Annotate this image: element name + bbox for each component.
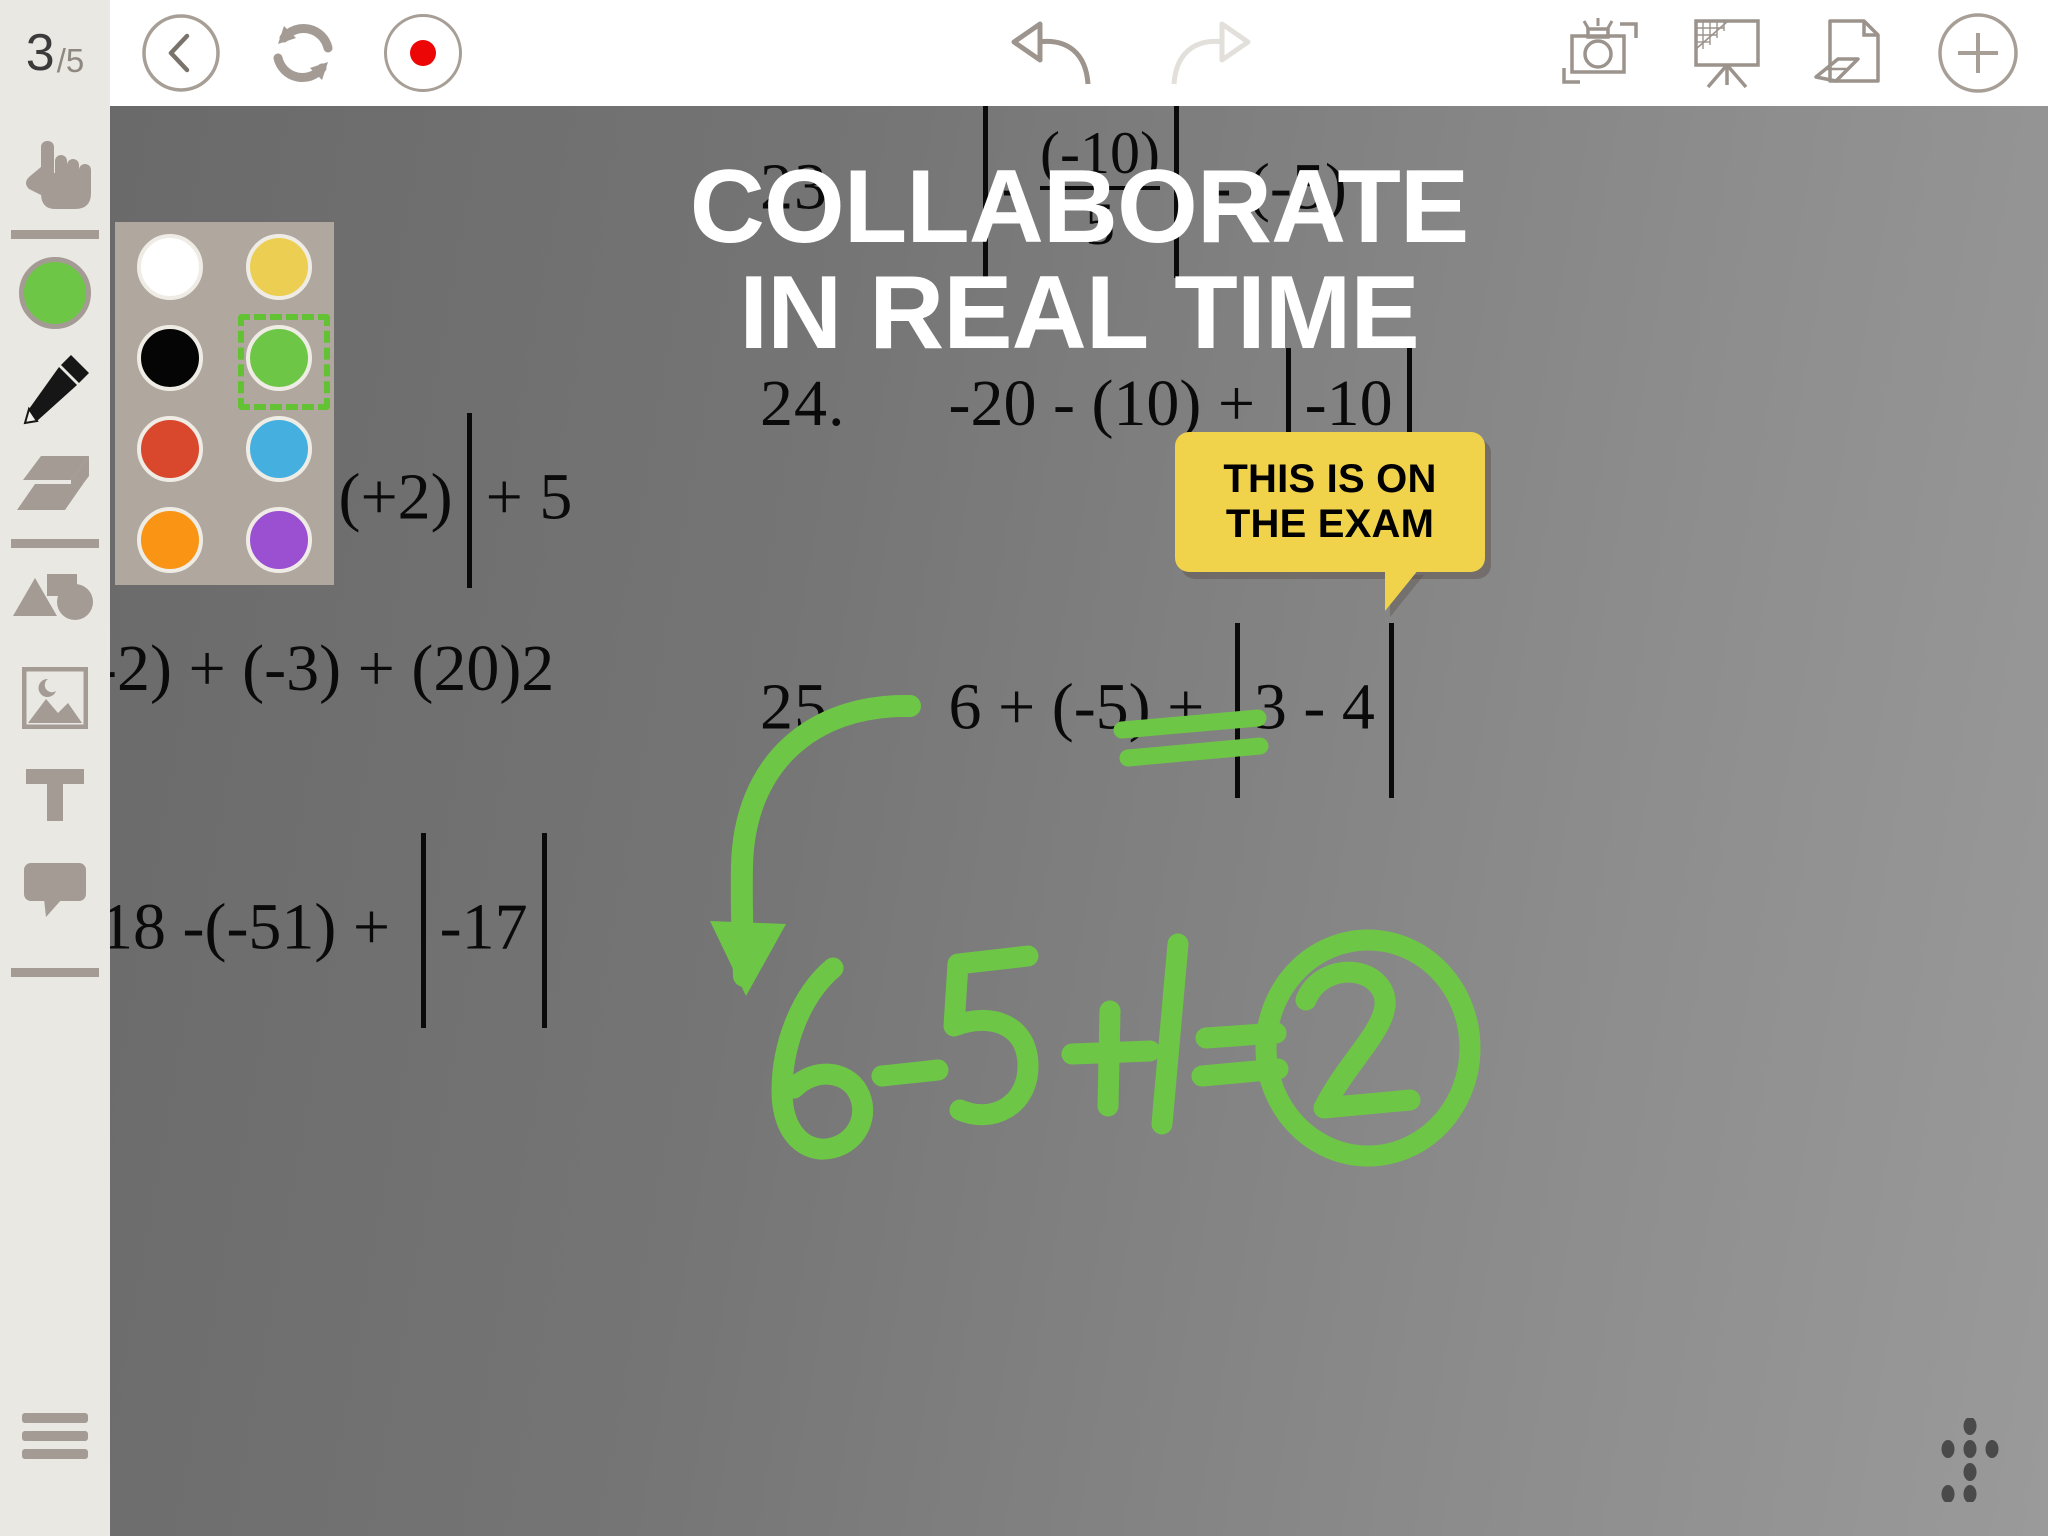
abs-bar-left: [420, 833, 426, 1028]
color-swatch-icon: [19, 257, 91, 329]
whiteboard-canvas[interactable]: 23. - (-10) 5 - (-5) 24. -20 - (10) + -1…: [110, 106, 2048, 1536]
left-toolbar: [0, 106, 110, 1536]
callout-tail: [1385, 569, 1419, 611]
left-expr-3: 18 -(-51) + -17: [110, 833, 561, 1031]
add-button[interactable]: [1936, 11, 2020, 95]
page-eraser-icon: [1814, 19, 1880, 83]
toolbar-divider-1: [11, 230, 99, 239]
callout-text: THIS IS ON THE EXAM: [1223, 457, 1436, 547]
page-indicator[interactable]: 3 /5: [0, 0, 110, 106]
page-total: /5: [56, 42, 85, 79]
swatch-dot: [136, 415, 203, 482]
color-palette-popup[interactable]: [115, 222, 334, 585]
hand-pointer-icon: [26, 141, 91, 209]
pencil-icon: [23, 355, 89, 425]
image-placeholder-icon: [22, 667, 88, 729]
shapes-icon: [13, 574, 93, 620]
undo-button[interactable]: [1010, 18, 1106, 88]
page-eraser-button[interactable]: [1812, 15, 1890, 91]
color-swatch-blue[interactable]: [235, 405, 323, 493]
record-circle: [384, 14, 462, 92]
resize-grip-handle[interactable]: [1928, 1418, 2012, 1502]
left-expr-2: -2) + (-3) + (20)2: [110, 631, 554, 707]
left-expr-1: - (+2) + 5: [300, 413, 573, 591]
record-button[interactable]: [384, 14, 462, 92]
abs-bar-right: [541, 833, 547, 1028]
problem-24-number: 24.: [760, 367, 846, 441]
plus-circle-icon: [1938, 13, 2018, 93]
abs-bar-left: [1234, 623, 1240, 798]
redo-button[interactable]: [1156, 18, 1252, 88]
exam-callout-bubble[interactable]: THIS IS ON THE EXAM: [1175, 432, 1485, 572]
camera-button[interactable]: [1558, 16, 1642, 90]
problem-25-expr: 6 + (-5) +: [948, 670, 1205, 744]
swatch-dot: [246, 415, 313, 482]
swatch-dot: [246, 325, 313, 392]
swatch-dot: [246, 234, 313, 301]
problem-24-abs: -10: [1304, 367, 1393, 441]
whiteboard-button[interactable]: [1688, 15, 1766, 91]
undo-redo-group: [1010, 0, 1252, 106]
color-swatch-green[interactable]: [235, 314, 331, 411]
abs-bar-right: [1388, 623, 1394, 798]
toolbar-divider-3: [11, 968, 99, 977]
camera-icon: [1562, 18, 1638, 84]
color-swatch-red[interactable]: [126, 405, 214, 493]
eraser-tool[interactable]: [0, 437, 110, 533]
left-expr-3-text: 18 -(-51) +: [110, 890, 391, 964]
swatch-dot: [136, 234, 203, 301]
overlay-title-line-2: IN REAL TIME: [739, 255, 1419, 372]
problem-25-abs: 3 - 4: [1253, 670, 1375, 744]
sync-button[interactable]: [266, 16, 340, 90]
color-swatch-orange[interactable]: [126, 496, 214, 584]
left-expr-2-text: -2) + (-3) + (20)2: [110, 632, 555, 705]
problem-24-expr: -20 - (10) +: [948, 367, 1256, 441]
left-expr-3-abs: -17: [439, 890, 528, 964]
hand-tool[interactable]: [0, 128, 110, 224]
sync-refresh-icon: [273, 24, 333, 82]
menu-tool[interactable]: [0, 1388, 110, 1484]
whiteboard-app: 3 /5 23. - (-10) 5 - (-5) 24. -20 - (10)…: [0, 0, 2048, 1536]
page-current: 3: [25, 24, 55, 82]
top-toolbar: [110, 0, 2048, 106]
overlay-title-line-1: COLLABORATE: [689, 149, 1470, 265]
easel-whiteboard-icon: [1694, 19, 1760, 89]
color-swatch-yellow[interactable]: [235, 223, 323, 311]
speech-bubble-icon: [24, 863, 86, 917]
swatch-dot: [136, 325, 203, 392]
handwritten-equation-stroke: [771, 929, 1481, 1167]
swatch-dot: [246, 506, 313, 573]
redo-arrow-icon: [1171, 21, 1251, 85]
abs-bar-right: [466, 413, 472, 588]
chevron-left-circle-icon: [142, 14, 220, 92]
callout-tool[interactable]: [0, 842, 110, 938]
color-swatch-white[interactable]: [126, 223, 214, 311]
image-tool[interactable]: [0, 650, 110, 746]
record-dot-icon: [410, 40, 436, 66]
callout-line-2: THE EXAM: [1225, 502, 1435, 546]
problem-25: 25. 6 + (-5) + 3 - 4: [760, 623, 1408, 801]
swatch-dot: [136, 506, 203, 573]
eraser-icon: [17, 456, 89, 510]
text-t-icon: [26, 769, 84, 821]
color-tool[interactable]: [0, 245, 110, 341]
color-swatch-black[interactable]: [126, 314, 214, 402]
overlay-title: COLLABORATE IN REAL TIME: [110, 154, 2048, 366]
shapes-tool[interactable]: [0, 554, 110, 650]
toolbar-divider-2: [11, 539, 99, 548]
hamburger-menu-icon: [22, 1413, 88, 1459]
callout-line-1: THIS IS ON: [1223, 457, 1437, 502]
pen-tool[interactable]: [0, 341, 110, 437]
text-tool[interactable]: [0, 746, 110, 842]
problem-25-number: 25.: [760, 670, 846, 744]
color-swatch-purple[interactable]: [235, 496, 323, 584]
undo-arrow-icon: [1011, 21, 1091, 85]
left-expr-1-suffix: + 5: [485, 460, 573, 534]
back-button[interactable]: [140, 12, 222, 94]
